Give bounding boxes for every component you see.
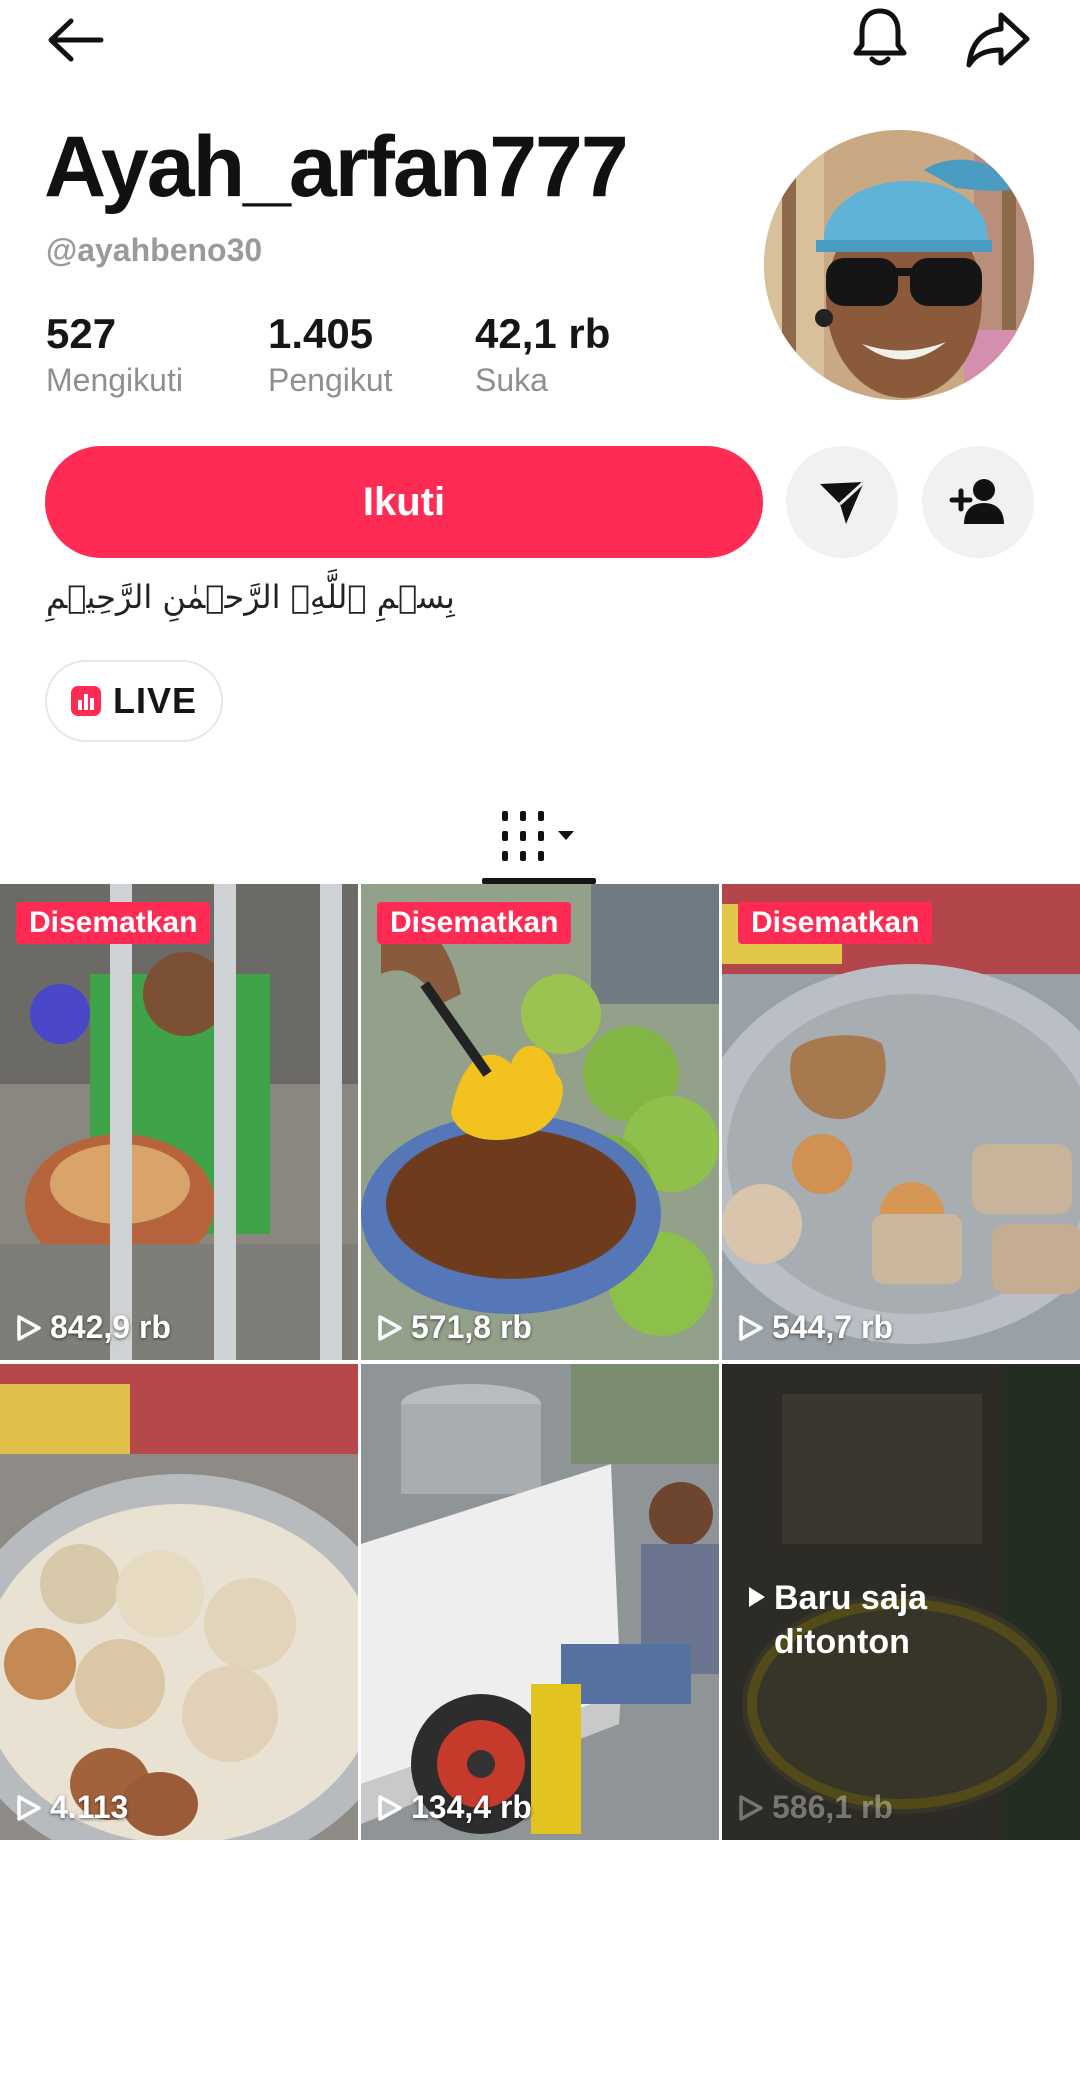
- view-count: 4.113: [16, 1789, 128, 1826]
- stat-likes-label: Suka: [475, 362, 548, 398]
- view-count-value: 571,8 rb: [411, 1309, 532, 1345]
- pinned-badge: Disematkan: [16, 902, 211, 944]
- add-friend-icon: [949, 479, 1004, 524]
- video-tile[interactable]: Disematkan 571,8 rb: [361, 884, 719, 1360]
- stat-followers[interactable]: 1.405 Pengikut: [268, 310, 393, 399]
- send-message-icon: [820, 480, 866, 524]
- live-chip-label: LIVE: [112, 680, 197, 721]
- video-tile[interactable]: Disematkan 544,7 rb: [722, 884, 1080, 1360]
- videos-grid-icon: [502, 811, 574, 861]
- stat-followers-label: Pengikut: [268, 362, 393, 398]
- avatar[interactable]: [764, 130, 1034, 400]
- just-watched-text: Baru saja ditonton: [774, 1579, 928, 1661]
- view-count-value: 134,4 rb: [411, 1789, 532, 1825]
- profile-display-name: Ayah_arfan777: [44, 119, 629, 215]
- view-count: 842,9 rb: [16, 1309, 171, 1346]
- video-tile[interactable]: 134,4 rb: [361, 1364, 719, 1840]
- stat-likes[interactable]: 42,1 rb Suka: [475, 310, 610, 399]
- back-arrow-icon[interactable]: [40, 10, 110, 70]
- play-icon: [17, 1794, 41, 1821]
- pinned-badge: Disematkan: [377, 902, 572, 944]
- share-icon[interactable]: [962, 4, 1034, 74]
- view-count: 544,7 rb: [738, 1309, 893, 1346]
- view-count-value: 4.113: [50, 1789, 129, 1825]
- add-friend-button[interactable]: [922, 446, 1034, 558]
- just-watched-label: Baru saja ditonton: [748, 1576, 1048, 1664]
- view-count: 134,4 rb: [377, 1789, 532, 1826]
- video-tile[interactable]: Disematkan 842,9 rb: [0, 884, 358, 1360]
- view-count-value: 842,9 rb: [50, 1309, 171, 1345]
- play-icon: [739, 1794, 763, 1821]
- live-chip[interactable]: LIVE: [45, 660, 223, 742]
- play-icon: [17, 1314, 41, 1341]
- view-count-value: 544,7 rb: [772, 1309, 893, 1345]
- view-count-value: 586,1 rb: [772, 1789, 893, 1825]
- bell-icon[interactable]: [845, 2, 915, 72]
- stat-following-label: Mengikuti: [46, 362, 183, 398]
- live-icon: [70, 686, 101, 716]
- view-count: 586,1 rb: [738, 1789, 893, 1826]
- play-icon: [378, 1314, 402, 1341]
- video-tile[interactable]: 4.113: [0, 1364, 358, 1840]
- tab-videos[interactable]: [482, 790, 598, 884]
- follow-button[interactable]: Ikuti: [45, 446, 763, 558]
- top-bar: [0, 0, 1080, 80]
- play-icon: [749, 1587, 765, 1607]
- stat-likes-value: 42,1 rb: [475, 310, 611, 357]
- stat-followers-value: 1.405: [268, 310, 374, 357]
- view-count: 571,8 rb: [377, 1309, 532, 1346]
- stat-following-value: 527: [46, 310, 117, 357]
- stat-following[interactable]: 527 Mengikuti: [46, 310, 183, 399]
- video-tile[interactable]: Baru saja ditonton 586,1 rb: [722, 1364, 1080, 1840]
- send-message-button[interactable]: [786, 446, 898, 558]
- play-icon: [739, 1314, 763, 1341]
- play-icon: [378, 1794, 402, 1821]
- profile-bio: بِسۡمِ ٱللَّهِۖ الرَّحۡمٰنِ الرَّحِیۡمِ: [46, 578, 455, 616]
- pinned-badge: Disematkan: [738, 902, 933, 944]
- profile-handle: @ayahbeno30: [46, 232, 263, 268]
